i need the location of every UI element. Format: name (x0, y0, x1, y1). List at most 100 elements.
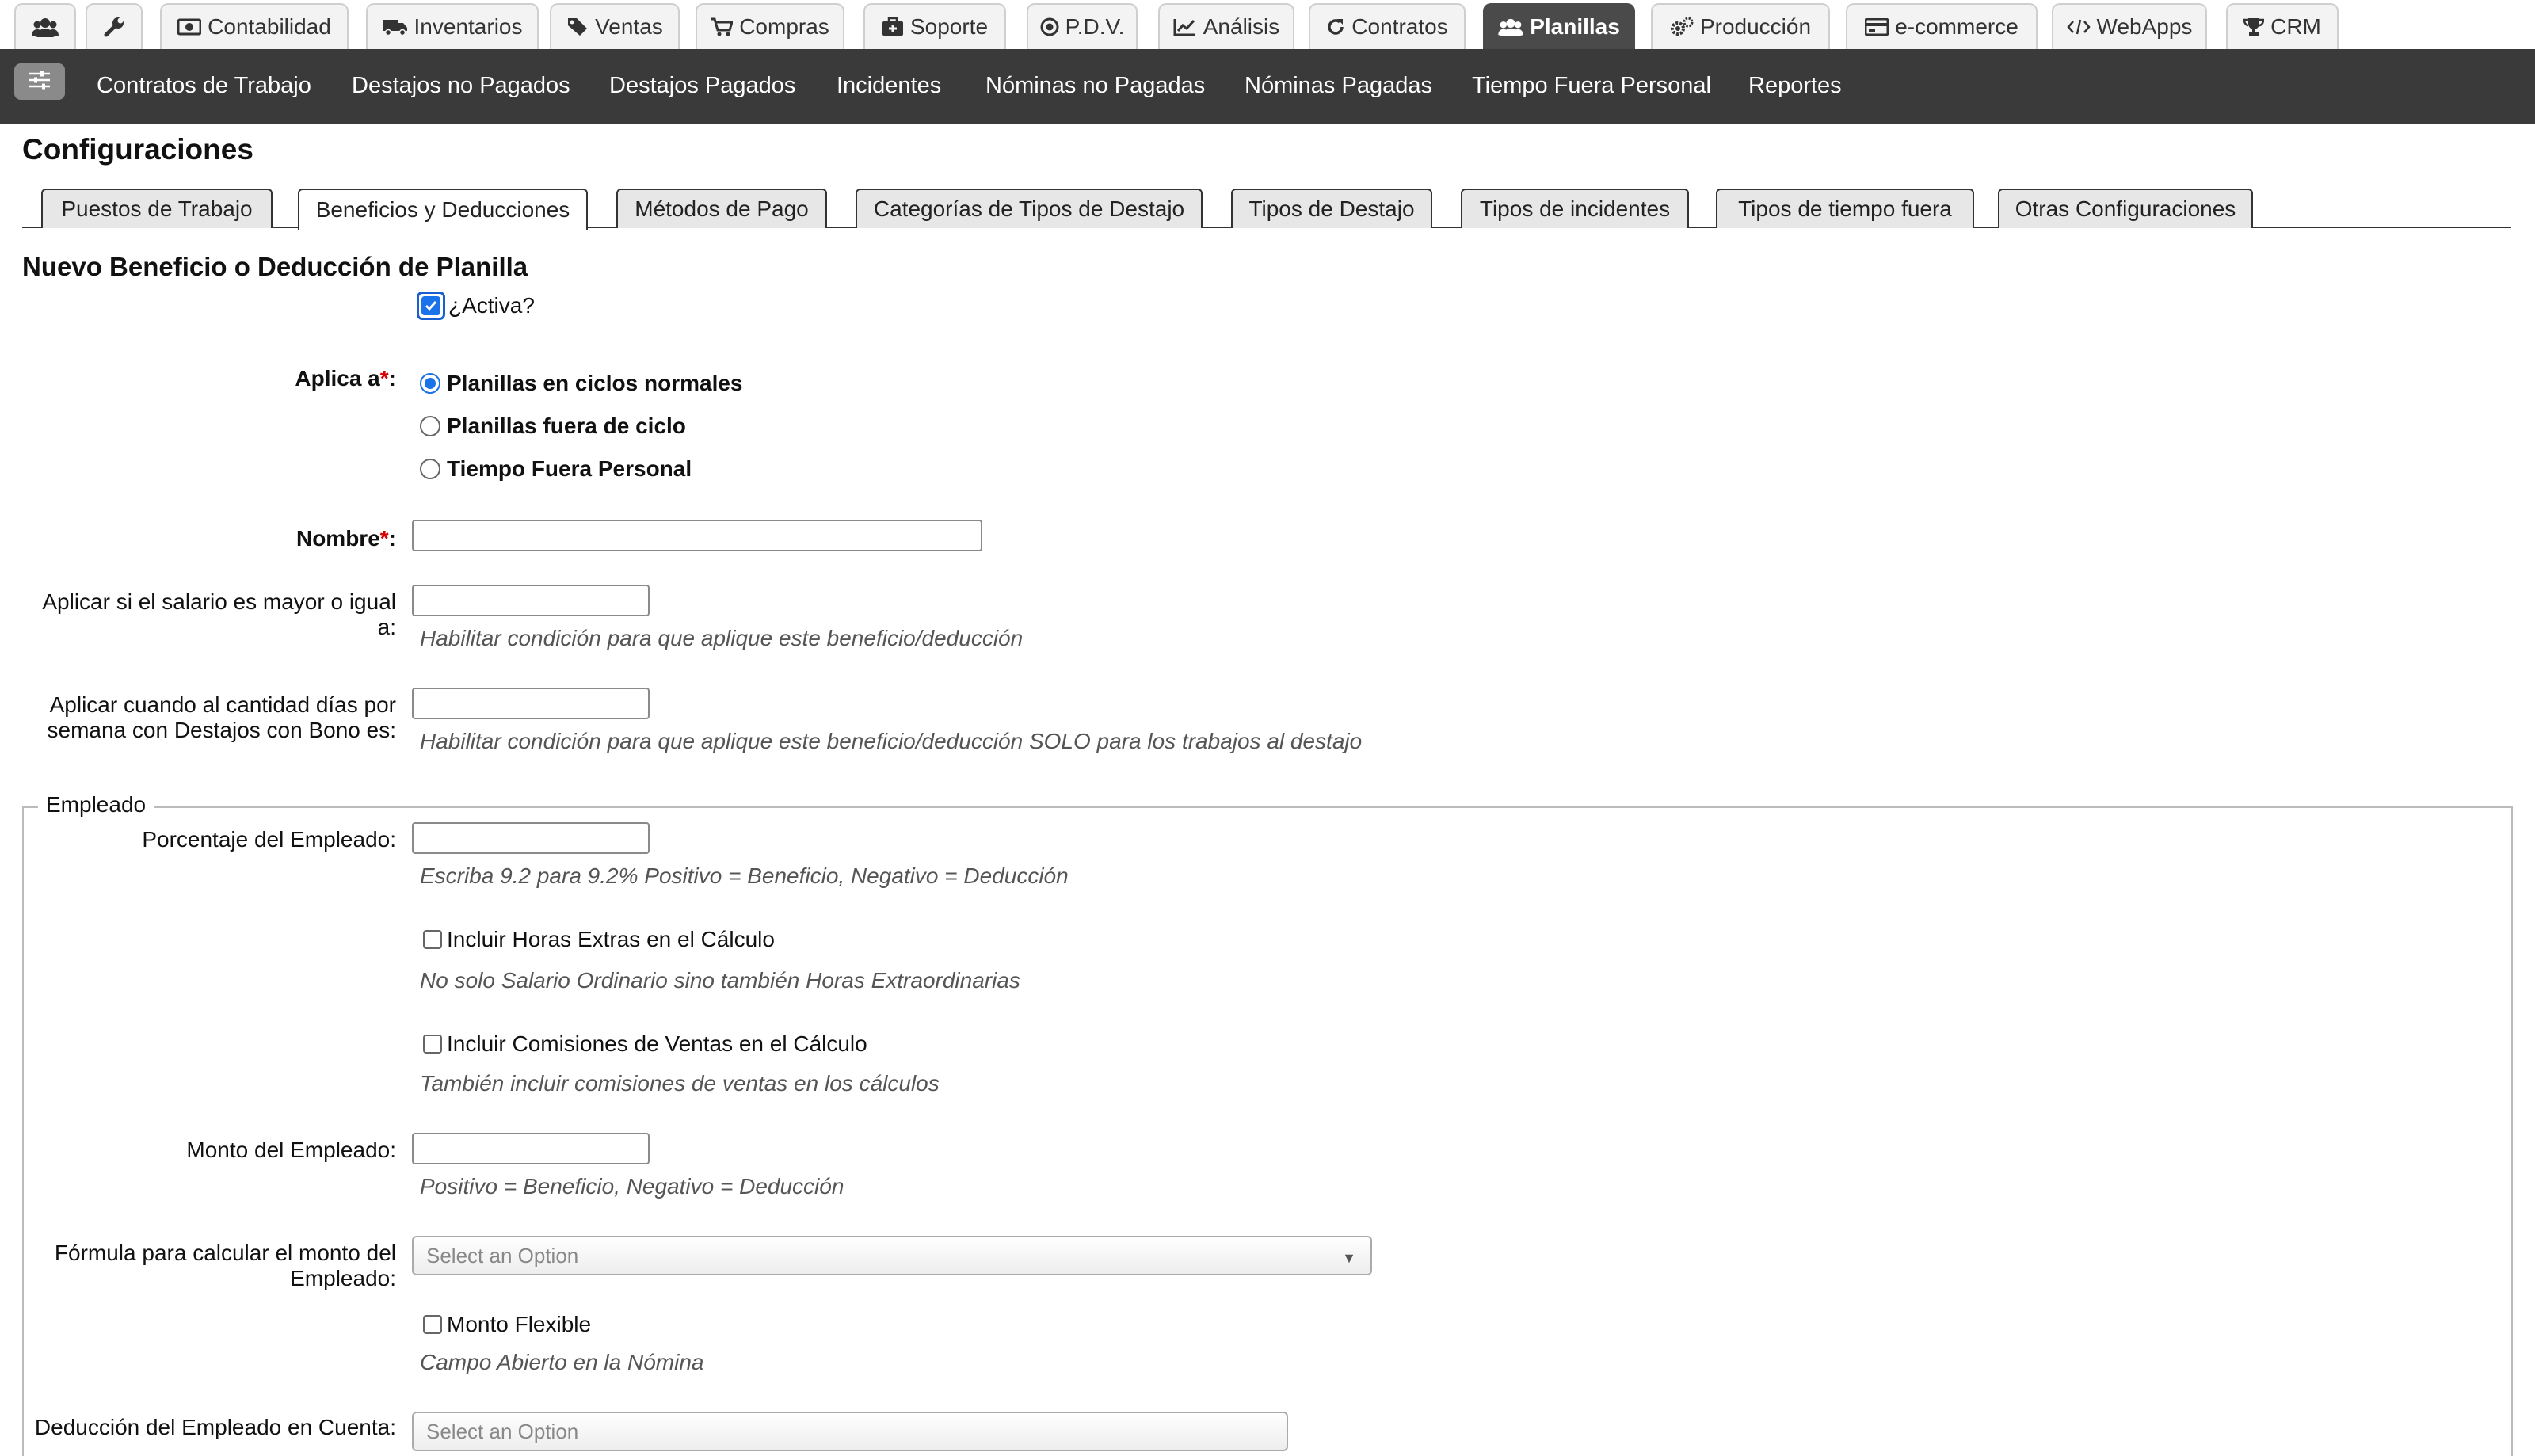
trophy-icon (2243, 17, 2265, 37)
sub-navigation-bar: Contratos de Trabajo Destajos no Pagados… (0, 49, 2535, 124)
tab-label: e-commerce (1895, 14, 2018, 39)
monto-hint: Positivo = Beneficio, Negativo = Deducci… (420, 1174, 844, 1199)
subnav-nominas-no-pagadas[interactable]: Nóminas no Pagadas (985, 73, 1205, 99)
nombre-input[interactable] (412, 520, 982, 551)
tab-ecommerce[interactable]: e-commerce (1846, 3, 2038, 49)
tab-label: Soporte (909, 14, 989, 39)
label-suffix: : (388, 526, 396, 551)
select-placeholder: Select an Option (426, 1419, 579, 1443)
monto-input[interactable] (412, 1133, 650, 1164)
medkit-icon (882, 17, 904, 36)
tab-contabilidad[interactable]: Contabilidad (160, 3, 349, 49)
tab-label: Inventarios (414, 14, 523, 39)
subnav-nominas-pagadas[interactable]: Nóminas Pagadas (1245, 73, 1432, 99)
tab-label: Planillas (1530, 14, 1620, 39)
nombre-label: Nombre*: (79, 526, 396, 551)
horas-extras-row[interactable]: Incluir Horas Extras en el Cálculo (423, 927, 775, 952)
tab-label: Ventas (595, 14, 663, 39)
porcentaje-input[interactable] (412, 822, 650, 854)
tab-tipos-de-incidentes[interactable]: Tipos de incidentes (1461, 189, 1689, 228)
label-line: Empleado: (290, 1266, 396, 1290)
monto-label: Monto del Empleado: (186, 1138, 396, 1162)
tab-contratos[interactable]: Contratos (1309, 3, 1466, 49)
tab-puestos-de-trabajo[interactable]: Puestos de Trabajo (41, 189, 273, 228)
aplica-option-normales[interactable]: Planillas en ciclos normales (420, 371, 743, 396)
subnav-destajos-pagados[interactable]: Destajos Pagados (609, 73, 795, 99)
empleado-fieldset (22, 806, 2513, 1456)
monto-flexible-hint: Campo Abierto en la Nómina (420, 1350, 704, 1374)
tab-otras-configuraciones[interactable]: Otras Configuraciones (1998, 189, 2253, 228)
formula-label: Fórmula para calcular el monto del Emple… (16, 1241, 396, 1291)
tab-compras[interactable]: Compras (696, 3, 844, 49)
users-icon (32, 17, 59, 37)
monto-flexible-checkbox[interactable] (423, 1315, 442, 1334)
porcentaje-label: Porcentaje del Empleado: (142, 827, 396, 852)
tab-label: Compras (739, 14, 829, 39)
tab-categorias-tipos-destajo[interactable]: Categorías de Tipos de Destajo (856, 189, 1203, 228)
tab-tipos-de-destajo[interactable]: Tipos de Destajo (1231, 189, 1432, 228)
required-mark: * (379, 526, 389, 551)
label-line: Aplicar si el salario es mayor o igual (42, 589, 396, 614)
subnav-reportes[interactable]: Reportes (1748, 73, 1842, 99)
dias-destajo-input[interactable] (412, 688, 650, 719)
tab-produccion[interactable]: Producción (1651, 3, 1830, 49)
label-line: semana con Destajos con Bono es: (47, 718, 396, 742)
tab-analisis[interactable]: Análisis (1158, 3, 1294, 49)
radio-button[interactable] (420, 373, 440, 394)
tab-ventas[interactable]: Ventas (550, 3, 680, 49)
aplica-option-tiempo-fuera[interactable]: Tiempo Fuera Personal (420, 456, 692, 482)
dias-destajo-hint: Habilitar condición para que aplique est… (420, 729, 1363, 753)
activa-checkbox-row: ¿Activa? (417, 292, 535, 320)
chart-line-icon (1173, 17, 1197, 36)
tab-soporte[interactable]: Soporte (863, 3, 1006, 49)
horas-extras-hint: No solo Salario Ordinario sino también H… (420, 968, 1020, 993)
option-label: Planillas fuera de ciclo (447, 414, 686, 438)
module-tab-bar: Contabilidad Inventarios Ventas Compras … (0, 0, 2535, 49)
label-suffix: : (388, 366, 396, 391)
dias-destajo-label: Aplicar cuando al cantidad días por sema… (16, 692, 396, 743)
wrench-icon (103, 16, 125, 38)
radio-button[interactable] (420, 459, 440, 479)
salario-min-hint: Habilitar condición para que aplique est… (420, 626, 1024, 650)
option-label: Planillas en ciclos normales (447, 371, 743, 395)
dropdown-arrow-icon: ▼ (1342, 1250, 1356, 1266)
monto-flexible-row[interactable]: Monto Flexible (423, 1312, 591, 1337)
activa-label: ¿Activa? (448, 293, 535, 318)
subnav-contratos-de-trabajo[interactable]: Contratos de Trabajo (97, 73, 311, 99)
horas-extras-checkbox[interactable] (423, 930, 442, 949)
tab-beneficios-y-deducciones[interactable]: Beneficios y Deducciones (298, 189, 588, 230)
tab-webapps[interactable]: WebApps (2052, 3, 2207, 49)
users-icon (1498, 17, 1523, 36)
subnav-incidentes[interactable]: Incidentes (837, 73, 941, 99)
tab-settings-wrench[interactable] (86, 3, 143, 49)
tab-home-users[interactable] (14, 3, 76, 49)
label-line: a: (377, 615, 396, 639)
tab-label: Análisis (1203, 14, 1280, 39)
tab-planillas[interactable]: Planillas (1483, 3, 1635, 49)
radio-button[interactable] (420, 416, 440, 436)
subnav-destajos-no-pagados[interactable]: Destajos no Pagados (352, 73, 570, 99)
comisiones-row[interactable]: Incluir Comisiones de Ventas en el Cálcu… (423, 1031, 867, 1057)
subnav-tiempo-fuera-personal[interactable]: Tiempo Fuera Personal (1472, 73, 1711, 99)
dot-circle-icon (1040, 17, 1059, 36)
tab-tipos-de-tiempo-fuera[interactable]: Tipos de tiempo fuera (1716, 189, 1974, 228)
activa-checkbox[interactable] (417, 292, 445, 320)
sidebar-toggle-button[interactable] (14, 63, 65, 100)
label-line: Aplicar cuando al cantidad días por (49, 692, 396, 717)
formula-select[interactable]: Select an Option ▼ (412, 1236, 1372, 1275)
tab-label: P.D.V. (1065, 14, 1125, 39)
option-label: Tiempo Fuera Personal (447, 456, 692, 481)
aplica-option-fuera-de-ciclo[interactable]: Planillas fuera de ciclo (420, 414, 686, 439)
cuenta-deduccion-select[interactable]: Select an Option (412, 1412, 1288, 1451)
truck-icon (382, 18, 408, 36)
label-line: Fórmula para calcular el monto del (54, 1241, 396, 1265)
porcentaje-hint: Escriba 9.2 para 9.2% Positivo = Benefic… (420, 863, 1069, 888)
salario-min-input[interactable] (412, 585, 650, 616)
tab-inventarios[interactable]: Inventarios (366, 3, 539, 49)
tab-crm[interactable]: CRM (2226, 3, 2339, 49)
tab-label: CRM (2270, 14, 2321, 39)
tab-pdv[interactable]: P.D.V. (1027, 3, 1138, 49)
tab-metodos-de-pago[interactable]: Métodos de Pago (616, 189, 827, 228)
cart-icon (711, 17, 734, 36)
comisiones-checkbox[interactable] (423, 1035, 442, 1054)
